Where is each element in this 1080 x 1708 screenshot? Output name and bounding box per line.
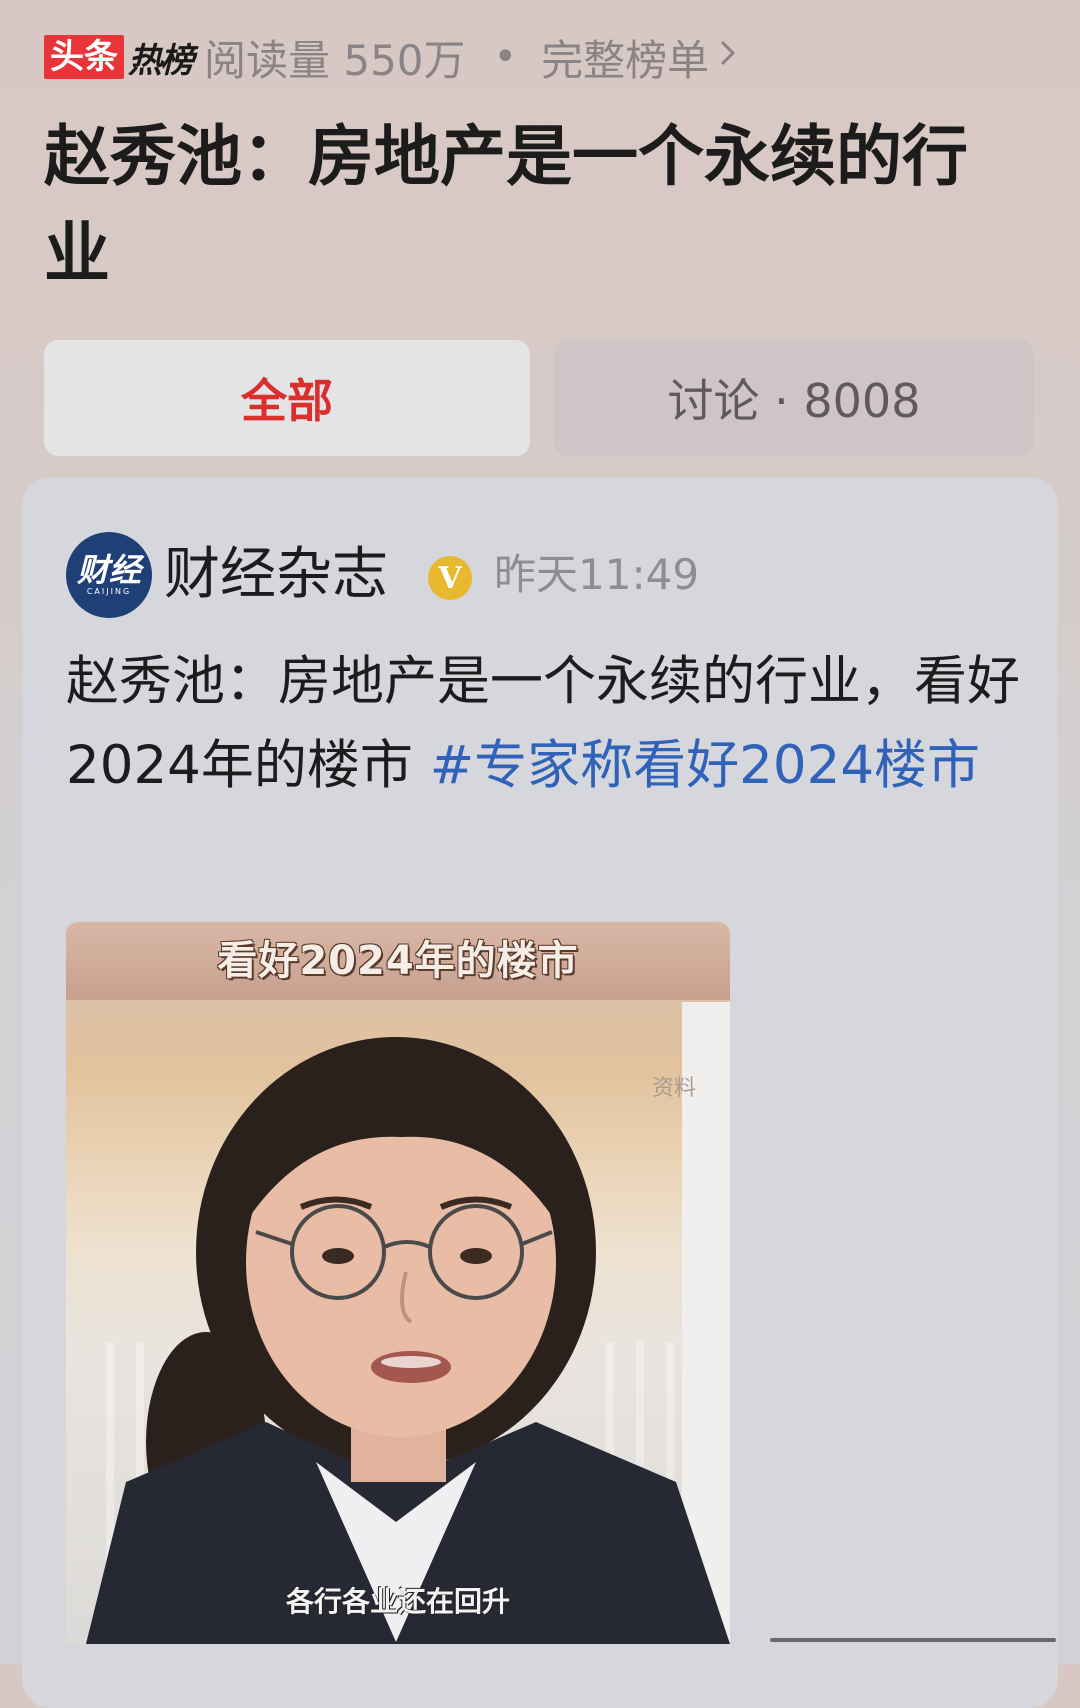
- post-time: 昨天11:49: [494, 550, 700, 599]
- toutiao-logo: 头条: [44, 35, 124, 79]
- chevron-right-icon[interactable]: [719, 37, 737, 77]
- author-name[interactable]: 财经杂志: [164, 536, 388, 614]
- video-thumbnail[interactable]: 看好2024年的楼市 资料 各行各业还在回升: [66, 922, 730, 1644]
- read-count: 阅读量 550万: [204, 35, 466, 85]
- video-watermark: 资料: [652, 1076, 697, 1101]
- separator-dot: •: [493, 34, 518, 80]
- verified-badge-icon: V: [428, 556, 472, 600]
- hot-list-bar[interactable]: 头条 热榜 阅读量 550万 • 完整榜单: [44, 32, 737, 85]
- hashtag-link[interactable]: #专家称看好2024楼市: [430, 735, 980, 796]
- hot-list-logo: 热榜: [128, 40, 194, 81]
- post-text: 赵秀池：房地产是一个永续的行业，看好2024年的楼市 #专家称看好2024楼市: [66, 640, 1026, 808]
- video-title-overlay: 看好2024年的楼市: [217, 938, 579, 984]
- home-indicator: [770, 1638, 1056, 1642]
- avatar[interactable]: 财经 CAIJING: [66, 532, 152, 618]
- full-list-link[interactable]: 完整榜单: [541, 27, 709, 88]
- avatar-logo-subtext: CAIJING: [86, 587, 132, 596]
- page-title: 赵秀池：房地产是一个永续的行业: [44, 118, 968, 292]
- tab-discussion[interactable]: 讨论 · 8008: [554, 340, 1034, 456]
- avatar-logo-text: 财经: [76, 551, 141, 589]
- person-illustration: [86, 1037, 730, 1644]
- tab-all[interactable]: 全部: [44, 340, 530, 456]
- video-subtitle: 各行各业还在回升: [285, 1585, 510, 1618]
